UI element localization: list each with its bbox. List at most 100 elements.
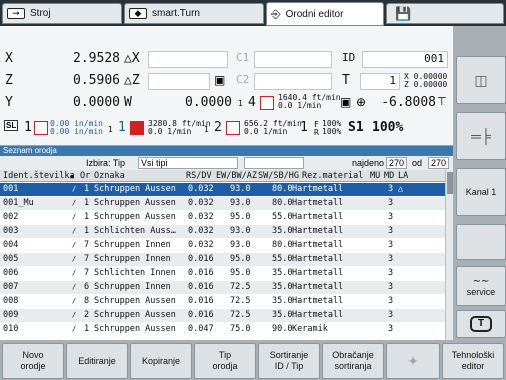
cell-rs: 0.016 [188, 254, 214, 264]
cell-name: Schruppen Aussen [94, 198, 176, 208]
table-row[interactable]: ∕ 007 6 Schruppen Innen 0.016 72.5 35.0 Hartmet… [0, 281, 445, 294]
filter-select[interactable]: Vsi tipi [138, 157, 238, 169]
cell-sw: 55.0 [272, 212, 293, 222]
cell-rs: 0.032 [188, 184, 214, 194]
cell-ew: 95.0 [230, 268, 251, 278]
reverse-sort-button[interactable]: Obračanje sortiranja [322, 343, 384, 379]
filter-search-input[interactable] [244, 157, 304, 169]
cell-ew: 93.0 [230, 226, 251, 236]
spindle2-number: 2 [214, 120, 222, 135]
col-sw[interactable]: SW/SB/HG [258, 170, 299, 182]
cell-id: 009 [3, 310, 19, 320]
w-axis-label: W [124, 95, 132, 110]
cell-name: Schruppen Aussen [94, 310, 176, 320]
cell-material: Hartmetall [292, 212, 344, 222]
cell-id: 004 [3, 240, 19, 250]
cell-name: Schruppen Aussen [94, 296, 176, 306]
table-row[interactable]: ∕ 009 2 Schruppen Aussen 0.016 72.5 35.0 Hartme… [0, 309, 445, 322]
col-orientation[interactable]: Or [80, 170, 90, 182]
cell-rs: 0.032 [188, 212, 214, 222]
sort-id-type-button[interactable]: Sortiranje ID / Tip [258, 343, 320, 379]
t-label: T [342, 73, 350, 88]
cell-orientation: 7 [84, 240, 90, 250]
s1-override: 100% [372, 120, 404, 135]
cell-orientation: 2 [84, 310, 90, 320]
save-icon: 💾 [395, 5, 412, 21]
cell-rs: 0.016 [188, 282, 214, 292]
c1-label: C1 [236, 51, 250, 64]
technology-editor-button[interactable]: Tehnološki editor [442, 343, 504, 379]
cell-id: 001_Mu [3, 198, 34, 208]
empty-softkey[interactable] [456, 224, 506, 260]
col-la[interactable]: LA [398, 170, 408, 182]
col-ew[interactable]: EW/BW/AZ [216, 170, 257, 182]
t-softkey[interactable]: T [456, 310, 506, 338]
tab-tool-editor[interactable]: ⎆ Orodni editor [266, 2, 384, 26]
cell-name: Schruppen Aussen [94, 184, 176, 194]
sl-value: 1 [24, 120, 32, 135]
tool-holder-icon: ═╞ [471, 128, 491, 144]
cell-id: 008 [3, 296, 19, 306]
tab-save[interactable]: 💾 [386, 3, 504, 24]
feed-status-icon [34, 121, 48, 135]
z-axis-label: Z [5, 73, 13, 88]
table-row[interactable]: ∕ 010 1 Schruppen Aussen 0.047 75.0 90.0 Kerami… [0, 323, 445, 336]
cell-material: Keramik [292, 324, 328, 334]
tab-smart-turn[interactable]: ◆ smart.Turn [124, 3, 264, 24]
col-md[interactable]: MD [384, 170, 394, 182]
cell-rs: 0.047 [188, 324, 214, 334]
table-row[interactable]: ∕ 005 7 Schruppen Innen 0.016 95.0 55.0 Hartmet… [0, 253, 445, 266]
horizontal-softkey-bar: Novo orodje Editiranje Kopiranje Tip oro… [0, 340, 506, 380]
table-row[interactable]: ∕ 001 1 Schruppen Aussen 0.032 93.0 80.0 Hartme… [0, 183, 445, 196]
c2-label: C2 [236, 73, 250, 86]
cell-material: Hartmetall [292, 254, 344, 264]
cell-md: 3 [388, 282, 394, 292]
col-name[interactable]: Oznaka [94, 170, 125, 182]
cell-orientation: 1 [84, 212, 90, 222]
tool-type-icon: ∕ [72, 227, 77, 235]
delta-x-label: △X [124, 51, 140, 66]
w-axis-value: 0.0000 [185, 95, 232, 110]
sl-label: SL [4, 120, 19, 131]
tab-label: smart.Turn [152, 8, 200, 19]
table-row[interactable]: ∕ 006 7 Schlichten Innen 0.016 95.0 35.0 Hartme… [0, 267, 445, 280]
vertical-softkey-bar: ◫ ═╞ Kanal 1 ∼∼ service T [453, 26, 506, 340]
cell-name: Schruppen Innen [94, 282, 171, 292]
edit-button[interactable]: Editiranje [66, 343, 128, 379]
copy-button[interactable]: Kopiranje [130, 343, 192, 379]
cell-material: Hartmetall [292, 310, 344, 320]
workpiece-icon: ▣ [340, 95, 352, 109]
channel-softkey[interactable]: Kanal 1 [456, 168, 506, 216]
table-scrollbar[interactable] [445, 170, 453, 340]
cell-md: 3 [388, 198, 394, 208]
disabled-softkey[interactable]: ✦ [386, 343, 440, 379]
table-row[interactable]: ∕ 004 7 Schruppen Innen 0.032 93.0 80.0 Hartmet… [0, 239, 445, 252]
cell-material: Hartmetall [292, 240, 344, 250]
workpiece-icon: ▣ [214, 73, 226, 87]
col-material[interactable]: Rez.material [302, 170, 363, 182]
table-row[interactable]: ∕ 001_Mu 1 Schruppen Aussen 0.032 93.0 80.0 Har… [0, 197, 445, 210]
cell-id: 002 [3, 212, 19, 222]
tool-type-icon: ∕ [72, 297, 77, 305]
col-id[interactable]: Ident.številka [3, 170, 75, 182]
service-softkey[interactable]: ∼∼ service [456, 266, 506, 306]
table-row[interactable]: ∕ 003 1 Schlichten Auss… 0.032 93.0 35.0 Hartme… [0, 225, 445, 238]
table-row[interactable]: ∕ 008 8 Schruppen Aussen 0.016 72.5 35.0 Hartme… [0, 295, 445, 308]
tab-machine[interactable]: ➞ Stroj [2, 3, 122, 24]
table-row[interactable]: ∕ 002 1 Schruppen Aussen 0.032 95.0 55.0 Hartme… [0, 211, 445, 224]
cell-ew: 72.5 [230, 310, 251, 320]
machine-softkey[interactable]: ◫ [456, 56, 506, 104]
cell-sw: 90.0 [272, 324, 293, 334]
spindle2-rpm: 0.0 1/min [244, 127, 288, 136]
cell-material: Hartmetall [292, 282, 344, 292]
cell-material: Hartmetall [292, 184, 344, 194]
tool-holder-softkey[interactable]: ═╞ [456, 112, 506, 160]
cell-ew: 75.0 [230, 324, 251, 334]
col-rs[interactable]: RS/DV [186, 170, 212, 182]
tool-type-button[interactable]: Tip orodja [194, 343, 256, 379]
new-tool-button[interactable]: Novo orodje [2, 343, 64, 379]
cell-rs: 0.032 [188, 198, 214, 208]
col-mu[interactable]: MU [370, 170, 380, 182]
cell-sw: 55.0 [272, 254, 293, 264]
cell-md: 3 [388, 310, 394, 320]
